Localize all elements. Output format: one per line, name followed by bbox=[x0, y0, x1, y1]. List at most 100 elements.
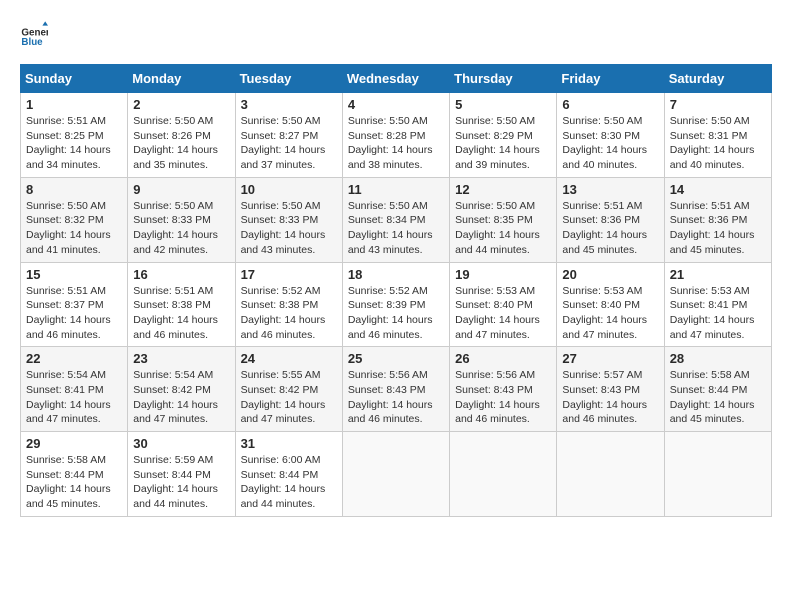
day-number: 23 bbox=[133, 351, 229, 366]
day-info: Sunrise: 5:51 AM Sunset: 8:25 PM Dayligh… bbox=[26, 114, 122, 173]
calendar-cell: 16 Sunrise: 5:51 AM Sunset: 8:38 PM Dayl… bbox=[128, 262, 235, 347]
day-number: 13 bbox=[562, 182, 658, 197]
day-info: Sunrise: 5:56 AM Sunset: 8:43 PM Dayligh… bbox=[455, 368, 551, 427]
day-number: 27 bbox=[562, 351, 658, 366]
calendar-week-5: 29 Sunrise: 5:58 AM Sunset: 8:44 PM Dayl… bbox=[21, 432, 772, 517]
day-info: Sunrise: 5:51 AM Sunset: 8:36 PM Dayligh… bbox=[670, 199, 766, 258]
day-number: 19 bbox=[455, 267, 551, 282]
day-number: 2 bbox=[133, 97, 229, 112]
calendar-cell: 14 Sunrise: 5:51 AM Sunset: 8:36 PM Dayl… bbox=[664, 177, 771, 262]
day-number: 5 bbox=[455, 97, 551, 112]
day-number: 29 bbox=[26, 436, 122, 451]
day-info: Sunrise: 5:51 AM Sunset: 8:36 PM Dayligh… bbox=[562, 199, 658, 258]
day-number: 3 bbox=[241, 97, 337, 112]
calendar-table: SundayMondayTuesdayWednesdayThursdayFrid… bbox=[20, 64, 772, 517]
calendar-header-tuesday: Tuesday bbox=[235, 65, 342, 93]
day-info: Sunrise: 5:50 AM Sunset: 8:28 PM Dayligh… bbox=[348, 114, 444, 173]
calendar-cell: 4 Sunrise: 5:50 AM Sunset: 8:28 PM Dayli… bbox=[342, 93, 449, 178]
day-info: Sunrise: 5:52 AM Sunset: 8:38 PM Dayligh… bbox=[241, 284, 337, 343]
day-number: 26 bbox=[455, 351, 551, 366]
day-number: 6 bbox=[562, 97, 658, 112]
calendar-cell: 9 Sunrise: 5:50 AM Sunset: 8:33 PM Dayli… bbox=[128, 177, 235, 262]
calendar-cell: 26 Sunrise: 5:56 AM Sunset: 8:43 PM Dayl… bbox=[450, 347, 557, 432]
calendar-cell: 5 Sunrise: 5:50 AM Sunset: 8:29 PM Dayli… bbox=[450, 93, 557, 178]
calendar-cell: 18 Sunrise: 5:52 AM Sunset: 8:39 PM Dayl… bbox=[342, 262, 449, 347]
calendar-cell: 10 Sunrise: 5:50 AM Sunset: 8:33 PM Dayl… bbox=[235, 177, 342, 262]
calendar-cell: 22 Sunrise: 5:54 AM Sunset: 8:41 PM Dayl… bbox=[21, 347, 128, 432]
calendar-header-monday: Monday bbox=[128, 65, 235, 93]
day-number: 31 bbox=[241, 436, 337, 451]
day-number: 9 bbox=[133, 182, 229, 197]
calendar-cell: 21 Sunrise: 5:53 AM Sunset: 8:41 PM Dayl… bbox=[664, 262, 771, 347]
calendar-week-1: 1 Sunrise: 5:51 AM Sunset: 8:25 PM Dayli… bbox=[21, 93, 772, 178]
day-info: Sunrise: 5:50 AM Sunset: 8:32 PM Dayligh… bbox=[26, 199, 122, 258]
day-number: 18 bbox=[348, 267, 444, 282]
day-info: Sunrise: 5:55 AM Sunset: 8:42 PM Dayligh… bbox=[241, 368, 337, 427]
calendar-cell bbox=[664, 432, 771, 517]
calendar-header-thursday: Thursday bbox=[450, 65, 557, 93]
day-number: 7 bbox=[670, 97, 766, 112]
calendar-cell bbox=[450, 432, 557, 517]
calendar-cell: 25 Sunrise: 5:56 AM Sunset: 8:43 PM Dayl… bbox=[342, 347, 449, 432]
calendar-header-sunday: Sunday bbox=[21, 65, 128, 93]
day-info: Sunrise: 5:50 AM Sunset: 8:27 PM Dayligh… bbox=[241, 114, 337, 173]
day-number: 15 bbox=[26, 267, 122, 282]
calendar-cell: 1 Sunrise: 5:51 AM Sunset: 8:25 PM Dayli… bbox=[21, 93, 128, 178]
svg-text:Blue: Blue bbox=[21, 37, 43, 48]
day-info: Sunrise: 6:00 AM Sunset: 8:44 PM Dayligh… bbox=[241, 453, 337, 512]
day-number: 28 bbox=[670, 351, 766, 366]
day-info: Sunrise: 5:57 AM Sunset: 8:43 PM Dayligh… bbox=[562, 368, 658, 427]
day-info: Sunrise: 5:50 AM Sunset: 8:33 PM Dayligh… bbox=[241, 199, 337, 258]
calendar-cell: 23 Sunrise: 5:54 AM Sunset: 8:42 PM Dayl… bbox=[128, 347, 235, 432]
calendar-cell: 17 Sunrise: 5:52 AM Sunset: 8:38 PM Dayl… bbox=[235, 262, 342, 347]
day-number: 4 bbox=[348, 97, 444, 112]
calendar-header-saturday: Saturday bbox=[664, 65, 771, 93]
day-number: 24 bbox=[241, 351, 337, 366]
logo: General Blue bbox=[20, 20, 52, 48]
calendar-cell bbox=[557, 432, 664, 517]
day-info: Sunrise: 5:50 AM Sunset: 8:31 PM Dayligh… bbox=[670, 114, 766, 173]
calendar-cell: 31 Sunrise: 6:00 AM Sunset: 8:44 PM Dayl… bbox=[235, 432, 342, 517]
day-info: Sunrise: 5:51 AM Sunset: 8:38 PM Dayligh… bbox=[133, 284, 229, 343]
calendar-header-wednesday: Wednesday bbox=[342, 65, 449, 93]
calendar-cell: 15 Sunrise: 5:51 AM Sunset: 8:37 PM Dayl… bbox=[21, 262, 128, 347]
day-info: Sunrise: 5:53 AM Sunset: 8:40 PM Dayligh… bbox=[455, 284, 551, 343]
day-info: Sunrise: 5:51 AM Sunset: 8:37 PM Dayligh… bbox=[26, 284, 122, 343]
calendar-header-friday: Friday bbox=[557, 65, 664, 93]
day-info: Sunrise: 5:50 AM Sunset: 8:26 PM Dayligh… bbox=[133, 114, 229, 173]
day-info: Sunrise: 5:58 AM Sunset: 8:44 PM Dayligh… bbox=[670, 368, 766, 427]
calendar-cell: 3 Sunrise: 5:50 AM Sunset: 8:27 PM Dayli… bbox=[235, 93, 342, 178]
calendar-cell: 8 Sunrise: 5:50 AM Sunset: 8:32 PM Dayli… bbox=[21, 177, 128, 262]
page-header: General Blue bbox=[20, 20, 772, 48]
day-info: Sunrise: 5:52 AM Sunset: 8:39 PM Dayligh… bbox=[348, 284, 444, 343]
day-info: Sunrise: 5:56 AM Sunset: 8:43 PM Dayligh… bbox=[348, 368, 444, 427]
calendar-cell: 24 Sunrise: 5:55 AM Sunset: 8:42 PM Dayl… bbox=[235, 347, 342, 432]
day-number: 1 bbox=[26, 97, 122, 112]
logo-icon: General Blue bbox=[20, 20, 48, 48]
day-number: 11 bbox=[348, 182, 444, 197]
day-info: Sunrise: 5:53 AM Sunset: 8:41 PM Dayligh… bbox=[670, 284, 766, 343]
calendar-cell: 2 Sunrise: 5:50 AM Sunset: 8:26 PM Dayli… bbox=[128, 93, 235, 178]
day-info: Sunrise: 5:50 AM Sunset: 8:29 PM Dayligh… bbox=[455, 114, 551, 173]
day-number: 21 bbox=[670, 267, 766, 282]
day-number: 16 bbox=[133, 267, 229, 282]
day-info: Sunrise: 5:50 AM Sunset: 8:30 PM Dayligh… bbox=[562, 114, 658, 173]
day-info: Sunrise: 5:54 AM Sunset: 8:41 PM Dayligh… bbox=[26, 368, 122, 427]
day-info: Sunrise: 5:53 AM Sunset: 8:40 PM Dayligh… bbox=[562, 284, 658, 343]
day-number: 14 bbox=[670, 182, 766, 197]
day-info: Sunrise: 5:59 AM Sunset: 8:44 PM Dayligh… bbox=[133, 453, 229, 512]
day-number: 12 bbox=[455, 182, 551, 197]
calendar-cell: 27 Sunrise: 5:57 AM Sunset: 8:43 PM Dayl… bbox=[557, 347, 664, 432]
calendar-cell: 29 Sunrise: 5:58 AM Sunset: 8:44 PM Dayl… bbox=[21, 432, 128, 517]
calendar-week-2: 8 Sunrise: 5:50 AM Sunset: 8:32 PM Dayli… bbox=[21, 177, 772, 262]
day-number: 22 bbox=[26, 351, 122, 366]
calendar-header-row: SundayMondayTuesdayWednesdayThursdayFrid… bbox=[21, 65, 772, 93]
calendar-cell: 12 Sunrise: 5:50 AM Sunset: 8:35 PM Dayl… bbox=[450, 177, 557, 262]
day-number: 10 bbox=[241, 182, 337, 197]
calendar-week-3: 15 Sunrise: 5:51 AM Sunset: 8:37 PM Dayl… bbox=[21, 262, 772, 347]
calendar-cell: 20 Sunrise: 5:53 AM Sunset: 8:40 PM Dayl… bbox=[557, 262, 664, 347]
calendar-cell: 13 Sunrise: 5:51 AM Sunset: 8:36 PM Dayl… bbox=[557, 177, 664, 262]
day-info: Sunrise: 5:58 AM Sunset: 8:44 PM Dayligh… bbox=[26, 453, 122, 512]
calendar-cell: 7 Sunrise: 5:50 AM Sunset: 8:31 PM Dayli… bbox=[664, 93, 771, 178]
day-number: 20 bbox=[562, 267, 658, 282]
